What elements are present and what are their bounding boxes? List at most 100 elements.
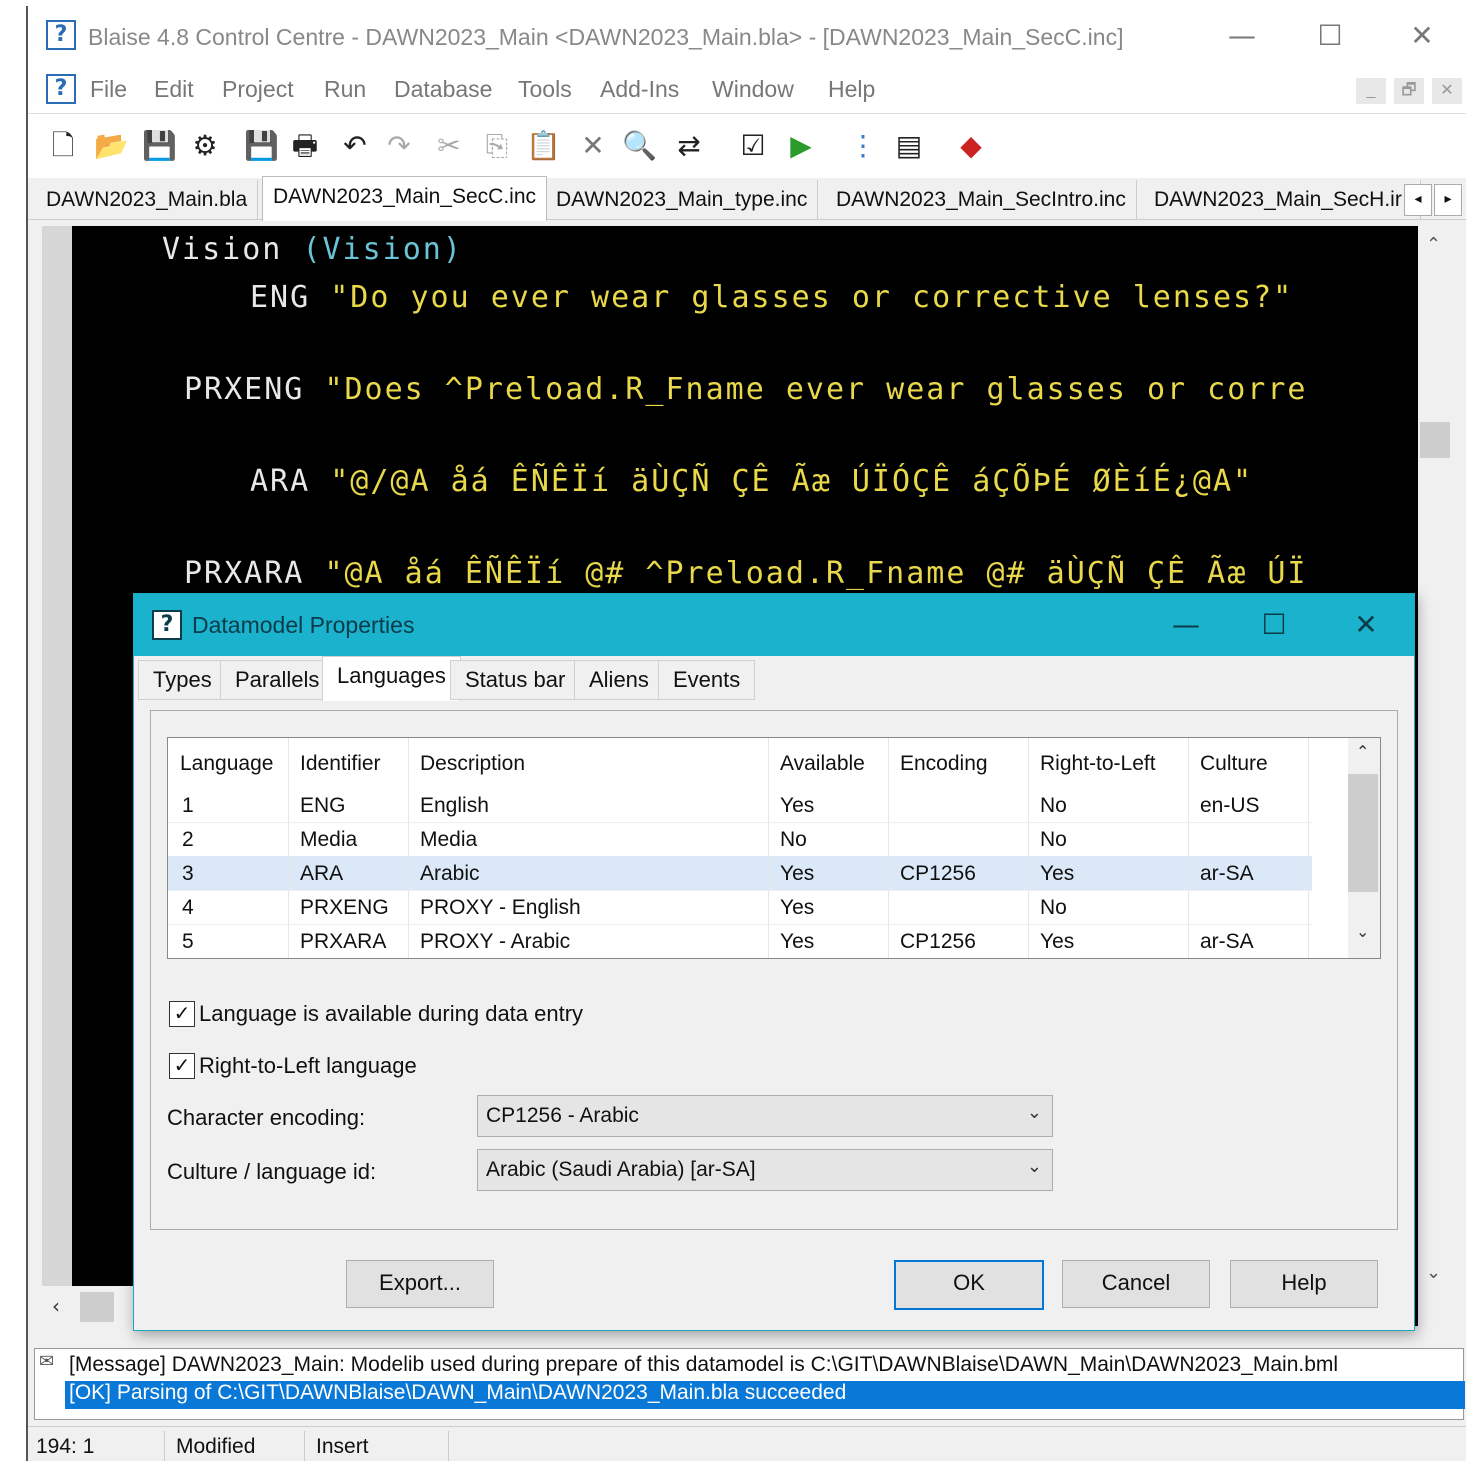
save-icon[interactable]: 💾 [244, 128, 279, 164]
table-scroll-thumb[interactable] [1348, 774, 1378, 892]
menu-add-ins[interactable]: Add-Ins [600, 76, 679, 103]
tab-status-bar[interactable]: Status bar [450, 660, 581, 700]
encoding-select[interactable]: CP1256 - Arabic ⌄ [477, 1095, 1053, 1137]
table-header: Language Identifier Description Availabl… [168, 746, 1312, 780]
table-scrollbar[interactable]: ⌃ ⌄ [1348, 738, 1380, 958]
culture-select[interactable]: Arabic (Saudi Arabia) [ar-SA] ⌄ [477, 1149, 1053, 1191]
tag-icon[interactable]: ◆ [954, 128, 988, 164]
column-header[interactable]: Language [180, 752, 273, 776]
scroll-thumb[interactable] [1420, 422, 1450, 458]
minimize-button[interactable]: — [1212, 14, 1272, 58]
status-bar: 194: 1 Modified Insert [28, 1426, 1466, 1461]
tab-aliens[interactable]: Aliens [574, 660, 664, 700]
prepare-icon[interactable]: ⚙ [188, 128, 222, 164]
maximize-button[interactable]: ☐ [1300, 14, 1360, 58]
tab-languages[interactable]: Languages [322, 656, 461, 701]
column-header[interactable]: Culture [1200, 752, 1268, 776]
tab-types[interactable]: Types [138, 660, 227, 700]
grid-line [1308, 738, 1309, 958]
close-button[interactable]: ✕ [1392, 14, 1452, 58]
cut-icon[interactable]: ✂ [432, 128, 466, 164]
tab-scroll-left-icon[interactable]: ◂ [1404, 184, 1432, 216]
languages-table[interactable]: Language Identifier Description Availabl… [167, 737, 1381, 959]
menu-edit[interactable]: Edit [154, 76, 194, 103]
available-checkbox[interactable]: ✓ [169, 1001, 195, 1027]
export-button[interactable]: Export... [346, 1260, 494, 1308]
status-separator [304, 1431, 305, 1461]
help-button[interactable]: Help [1230, 1260, 1378, 1308]
scroll-up-icon[interactable]: ⌃ [1426, 234, 1441, 255]
column-header[interactable]: Available [780, 752, 865, 776]
tab-secintro-inc[interactable]: DAWN2023_Main_SecIntro.inc [826, 180, 1137, 220]
copy-icon[interactable]: ⎘ [480, 128, 514, 164]
tab-scroll-right-icon[interactable]: ▸ [1434, 184, 1462, 216]
code-line: Vision (Vision) [162, 232, 463, 267]
tab-main-bla[interactable]: DAWN2023_Main.bla [36, 180, 259, 220]
open-icon[interactable]: 📂 [94, 128, 129, 164]
tab-parallels[interactable]: Parallels [220, 660, 335, 700]
table-row[interactable]: 5 PRXARA PROXY - Arabic Yes CP1256 Yes a… [168, 924, 1312, 958]
menu-file[interactable]: File [90, 76, 127, 103]
message-line[interactable]: [Message] DAWN2023_Main: Modelib used du… [69, 1353, 1338, 1377]
tab-type-inc[interactable]: DAWN2023_Main_type.inc [546, 180, 819, 220]
cancel-button[interactable]: Cancel [1062, 1260, 1210, 1308]
grid-line [408, 738, 409, 958]
mdi-minimize-button[interactable]: _ [1356, 78, 1386, 104]
chevron-down-icon[interactable]: ⌄ [1356, 922, 1369, 941]
print-icon[interactable]: 🖶 [288, 128, 322, 164]
chevron-up-icon[interactable]: ⌃ [1356, 742, 1369, 761]
hscroll-thumb[interactable] [80, 1292, 114, 1322]
dialog-minimize-button[interactable]: — [1158, 604, 1214, 646]
structure-icon[interactable]: ⋮ [846, 128, 880, 164]
menu-window[interactable]: Window [712, 76, 794, 103]
cell-rtl: Yes [1040, 930, 1075, 953]
menu-database[interactable]: Database [394, 76, 492, 103]
undo-icon[interactable]: ↶ [338, 128, 372, 164]
run-icon[interactable]: ▶ [784, 128, 818, 164]
editor-vertical-scrollbar[interactable]: ⌃ ⌄ [1418, 226, 1454, 1326]
table-row[interactable]: 4 PRXENG PROXY - English Yes No [168, 890, 1312, 924]
column-header[interactable]: Identifier [300, 752, 381, 776]
message-line-selected[interactable]: [OK] Parsing of C:\GIT\DAWNBlaise\DAWN_M… [65, 1381, 1465, 1409]
code-keyword: PRXARA [184, 556, 325, 591]
mdi-restore-button[interactable]: 🗗 [1394, 78, 1424, 104]
tab-events[interactable]: Events [658, 660, 756, 700]
menu-project[interactable]: Project [222, 76, 294, 103]
dialog-close-button[interactable]: ✕ [1338, 604, 1394, 646]
table-row[interactable]: 1 ENG English Yes No en-US [168, 788, 1312, 822]
column-header[interactable]: Encoding [900, 752, 988, 776]
cell-rtl: No [1040, 828, 1067, 851]
table-row-selected[interactable]: 3 ARA Arabic Yes CP1256 Yes ar-SA [168, 856, 1312, 890]
delete-icon[interactable]: ✕ [576, 128, 610, 164]
ok-button[interactable]: OK [894, 1260, 1044, 1310]
tab-secc-inc[interactable]: DAWN2023_Main_SecC.inc [262, 176, 548, 221]
rtl-checkbox[interactable]: ✓ [169, 1053, 195, 1079]
find-icon[interactable]: 🔍 [622, 128, 657, 164]
scroll-left-icon[interactable]: ‹ [52, 1294, 60, 1318]
scroll-down-icon[interactable]: ⌄ [1426, 1262, 1441, 1283]
check-icon[interactable]: ☑ [736, 128, 770, 164]
menu-tools[interactable]: Tools [518, 76, 572, 103]
available-checkbox-label[interactable]: Language is available during data entry [199, 1001, 583, 1027]
rtl-checkbox-label[interactable]: Right-to-Left language [199, 1053, 417, 1079]
mdi-close-button[interactable]: ✕ [1432, 78, 1462, 104]
replace-icon[interactable]: ⇄ [672, 128, 706, 164]
save-all-icon[interactable]: 💾 [142, 128, 177, 164]
cursor-position: 194: 1 [36, 1435, 95, 1458]
table-row[interactable]: 2 Media Media No No [168, 822, 1312, 856]
menu-run[interactable]: Run [324, 76, 366, 103]
new-icon[interactable]: 🗋 [46, 128, 80, 164]
paste-icon[interactable]: 📋 [526, 128, 561, 164]
cell-language: 2 [182, 828, 194, 851]
menu-help[interactable]: Help [828, 76, 875, 103]
code-keyword: Vision [162, 232, 303, 267]
column-header[interactable]: Description [420, 752, 525, 776]
document-icon[interactable]: ? [46, 74, 76, 104]
pages-icon[interactable]: ▤ [892, 128, 926, 164]
title-bar: ? Blaise 4.8 Control Centre - DAWN2023_M… [28, 6, 1466, 64]
redo-icon[interactable]: ↷ [382, 128, 416, 164]
tab-sech-inc[interactable]: DAWN2023_Main_SecH.ir [1144, 180, 1421, 220]
dialog-maximize-button[interactable]: ☐ [1246, 604, 1302, 646]
message-panel-icon: ✉ [39, 1351, 55, 1372]
column-header[interactable]: Right-to-Left [1040, 752, 1156, 776]
